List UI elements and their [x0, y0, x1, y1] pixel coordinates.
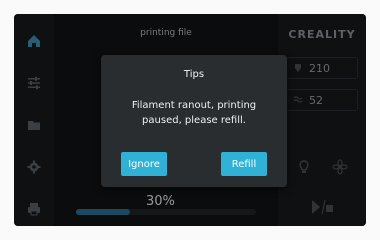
- refill-button[interactable]: Refill: [221, 152, 267, 176]
- dialog-title: Tips: [183, 69, 205, 80]
- printer-screen: printing file 30% CREALITY 210 52 Tips F…: [14, 14, 366, 226]
- dialog-message: Filament ranout, printing paused, please…: [131, 100, 257, 126]
- ignore-button[interactable]: Ignore: [121, 152, 167, 176]
- filament-runout-dialog: Tips Filament ranout, printing paused, p…: [101, 55, 287, 187]
- device-frame: printing file 30% CREALITY 210 52 Tips F…: [0, 0, 380, 240]
